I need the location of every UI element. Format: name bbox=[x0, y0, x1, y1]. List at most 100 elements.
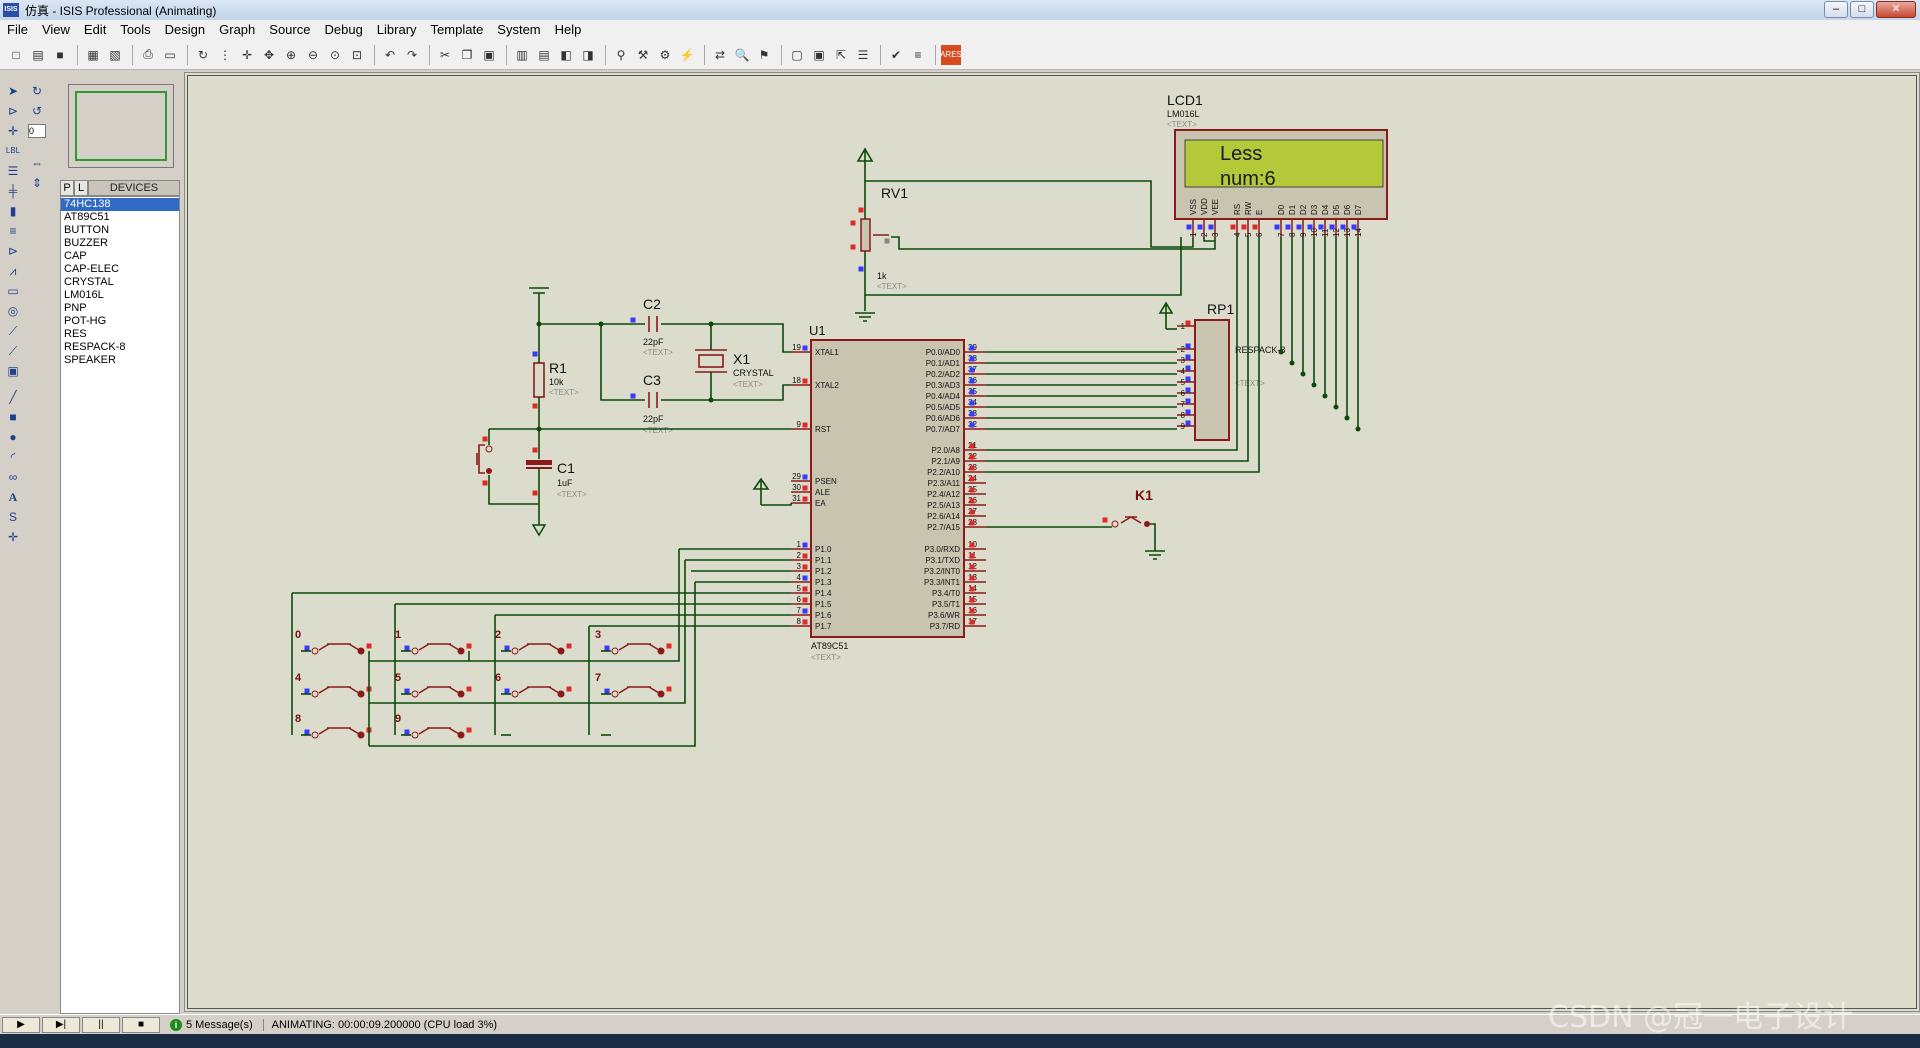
mirror-x-icon[interactable]: ⇔ bbox=[28, 154, 46, 172]
menu-view[interactable]: View bbox=[35, 20, 77, 40]
device-list-item[interactable]: BUTTON bbox=[61, 224, 179, 237]
zoom-all-icon[interactable]: ⊙ bbox=[325, 45, 345, 65]
undo-icon[interactable]: ↶ bbox=[380, 45, 400, 65]
electrical-check-icon[interactable]: ✔ bbox=[886, 45, 906, 65]
pan-icon[interactable]: ✥ bbox=[259, 45, 279, 65]
make-device-icon[interactable]: ⚒ bbox=[633, 45, 653, 65]
remove-sheet-icon[interactable]: ▣ bbox=[809, 45, 829, 65]
wire-label-icon[interactable]: LBL bbox=[4, 142, 22, 160]
tape-recorder-icon[interactable]: ▭ bbox=[4, 282, 22, 300]
new-sheet-icon[interactable]: ▢ bbox=[787, 45, 807, 65]
device-list-item[interactable]: POT-HG bbox=[61, 315, 179, 328]
redo-icon[interactable]: ↷ bbox=[402, 45, 422, 65]
symbol-tool-icon[interactable]: S bbox=[4, 508, 22, 526]
buses-icon[interactable]: ╪ bbox=[4, 182, 22, 200]
export-icon[interactable]: ▧ bbox=[105, 45, 125, 65]
device-list-item[interactable]: RESPACK-8 bbox=[61, 341, 179, 354]
selection-mode-icon[interactable]: ➤ bbox=[4, 82, 22, 100]
pick-devices-button[interactable]: P bbox=[60, 180, 74, 196]
bill-of-materials-icon[interactable]: ☰ bbox=[853, 45, 873, 65]
terminals-icon[interactable]: ≡ bbox=[4, 222, 22, 240]
rotate-anticlockwise-icon[interactable]: ↺ bbox=[28, 102, 46, 120]
box-tool-icon[interactable]: ■ bbox=[4, 408, 22, 426]
cut-icon[interactable]: ✂ bbox=[435, 45, 455, 65]
open-folder-icon[interactable]: ▤ bbox=[28, 45, 48, 65]
origin-icon[interactable]: ✛ bbox=[237, 45, 257, 65]
junction-dot-icon[interactable]: ✛ bbox=[4, 122, 22, 140]
generator-icon[interactable]: ◎ bbox=[4, 302, 22, 320]
menu-tools[interactable]: Tools bbox=[113, 20, 157, 40]
mirror-y-icon[interactable]: ⇕ bbox=[28, 174, 46, 192]
paste-icon[interactable]: ▣ bbox=[479, 45, 499, 65]
device-list-item[interactable]: CAP bbox=[61, 250, 179, 263]
menu-source[interactable]: Source bbox=[262, 20, 317, 40]
save-icon[interactable]: ■ bbox=[50, 45, 70, 65]
path-tool-icon[interactable]: ∞ bbox=[4, 468, 22, 486]
wire-autorouter-icon[interactable]: ⇄ bbox=[710, 45, 730, 65]
copy-icon[interactable]: ❐ bbox=[457, 45, 477, 65]
new-file-icon[interactable]: □ bbox=[6, 45, 26, 65]
area-icon[interactable]: ▭ bbox=[160, 45, 180, 65]
line-tool-icon[interactable]: ╱ bbox=[4, 388, 22, 406]
pick-device-icon[interactable]: ⚲ bbox=[611, 45, 631, 65]
redraw-icon[interactable]: ↻ bbox=[193, 45, 213, 65]
device-list-item[interactable]: SPEAKER bbox=[61, 354, 179, 367]
maximize-button[interactable]: □ bbox=[1850, 1, 1874, 18]
text-tool-icon[interactable]: A bbox=[4, 488, 22, 506]
menu-debug[interactable]: Debug bbox=[317, 20, 369, 40]
print-icon[interactable]: ⎙ bbox=[138, 45, 158, 65]
voltage-probe-icon[interactable]: ⟋ bbox=[4, 322, 22, 340]
device-list-item[interactable]: AT89C51 bbox=[61, 211, 179, 224]
search-tag-icon[interactable]: 🔍 bbox=[732, 45, 752, 65]
menu-file[interactable]: File bbox=[0, 20, 35, 40]
virtual-instruments-icon[interactable]: ▣ bbox=[4, 362, 22, 380]
menu-edit[interactable]: Edit bbox=[77, 20, 113, 40]
device-list-item[interactable]: 74HC138 bbox=[61, 198, 179, 211]
block-copy-icon[interactable]: ▥ bbox=[512, 45, 532, 65]
pause-button[interactable]: || bbox=[82, 1016, 120, 1033]
schematic-canvas[interactable]: U1 AT89C51 <TEXT> 19 XTAL1 18 XTAL2 9 RST 29 PSEN 3… bbox=[184, 72, 1920, 1012]
library-manager-button[interactable]: L bbox=[74, 180, 88, 196]
marker-tool-icon[interactable]: ✛ bbox=[4, 528, 22, 546]
menu-help[interactable]: Help bbox=[548, 20, 589, 40]
step-button[interactable]: ▶| bbox=[42, 1016, 80, 1033]
package-tool-icon[interactable]: ⚙ bbox=[655, 45, 675, 65]
circle-tool-icon[interactable]: ● bbox=[4, 428, 22, 446]
zoom-in-icon[interactable]: ⊕ bbox=[281, 45, 301, 65]
rotate-clockwise-icon[interactable]: ↻ bbox=[28, 82, 46, 100]
menu-design[interactable]: Design bbox=[158, 20, 212, 40]
device-list-item[interactable]: BUZZER bbox=[61, 237, 179, 250]
block-delete-icon[interactable]: ◨ bbox=[578, 45, 598, 65]
device-list-item[interactable]: RES bbox=[61, 328, 179, 341]
menu-graph[interactable]: Graph bbox=[212, 20, 262, 40]
decompose-icon[interactable]: ⚡ bbox=[677, 45, 697, 65]
device-pins-icon[interactable]: ⊳ bbox=[4, 242, 22, 260]
minimize-button[interactable]: – bbox=[1824, 1, 1848, 18]
property-tool-icon[interactable]: ⚑ bbox=[754, 45, 774, 65]
play-button[interactable]: ▶ bbox=[2, 1016, 40, 1033]
close-button[interactable]: ✕ bbox=[1876, 1, 1916, 18]
import-icon[interactable]: ▦ bbox=[83, 45, 103, 65]
subcircuit-icon[interactable]: ▮ bbox=[4, 202, 22, 220]
text-script-icon[interactable]: ☰ bbox=[4, 162, 22, 180]
overview-window[interactable] bbox=[68, 84, 174, 168]
ares-icon[interactable]: ARES bbox=[940, 44, 962, 65]
exit-to-parent-icon[interactable]: ⇱ bbox=[831, 45, 851, 65]
menu-library[interactable]: Library bbox=[370, 20, 424, 40]
block-rotate-icon[interactable]: ◧ bbox=[556, 45, 576, 65]
zoom-out-icon[interactable]: ⊖ bbox=[303, 45, 323, 65]
block-move-icon[interactable]: ▤ bbox=[534, 45, 554, 65]
menu-template[interactable]: Template bbox=[424, 20, 491, 40]
grid-icon[interactable]: ⋮ bbox=[215, 45, 235, 65]
zoom-area-icon[interactable]: ⊡ bbox=[347, 45, 367, 65]
current-probe-icon[interactable]: ⟋ bbox=[4, 342, 22, 360]
stop-button[interactable]: ■ bbox=[122, 1016, 160, 1033]
device-list-item[interactable]: LM016L bbox=[61, 289, 179, 302]
device-list-item[interactable]: PNP bbox=[61, 302, 179, 315]
device-list-item[interactable]: CRYSTAL bbox=[61, 276, 179, 289]
rotation-angle-field[interactable] bbox=[28, 124, 46, 138]
component-mode-icon[interactable]: ⊳ bbox=[4, 102, 22, 120]
messages-indicator[interactable]: i 5 Message(s) bbox=[170, 1018, 264, 1031]
device-list[interactable]: 74HC138 AT89C51 BUTTON BUZZER CAP CAP-ELEC CRY… bbox=[60, 196, 180, 1014]
graph-mode-icon[interactable]: ⩘ bbox=[4, 262, 22, 280]
